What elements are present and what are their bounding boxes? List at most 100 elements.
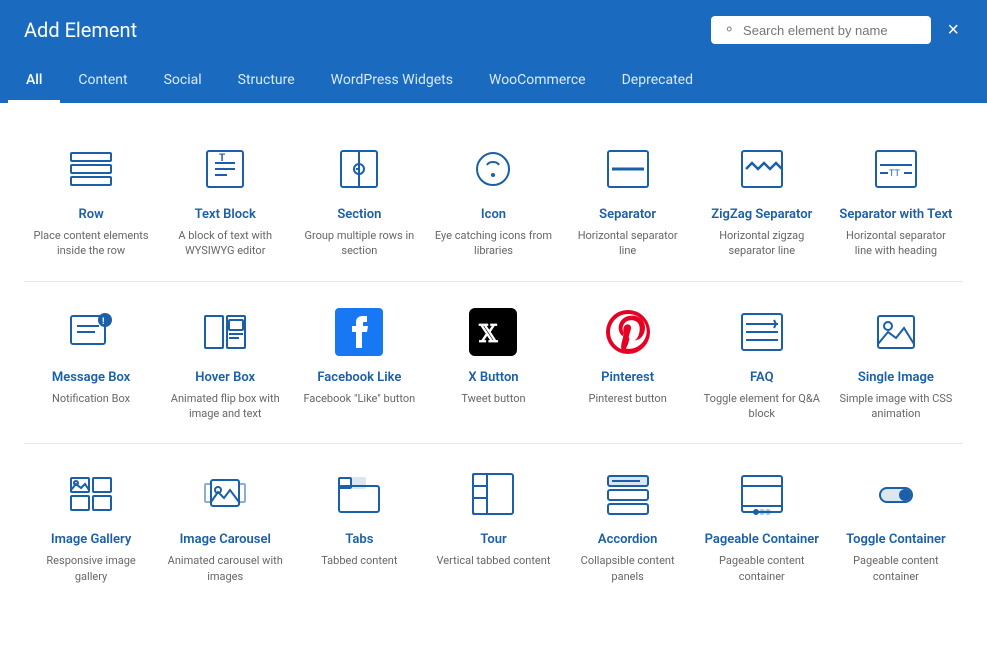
element-accordion[interactable]: Accordion Collapsible content panels [561,448,695,602]
elements-grid: Row Place content elements inside the ro… [24,123,963,602]
image-gallery-desc: Responsive image gallery [32,553,150,584]
separator-name: Separator [599,207,656,224]
element-pinterest[interactable]: Pinterest Pinterest button [561,286,695,440]
pageable-desc: Pageable content container [703,553,821,584]
text-block-name: Text Block [195,207,256,224]
element-separator[interactable]: Separator Horizontal separator line [561,123,695,277]
row-name: Row [78,207,103,224]
row-desc: Place content elements inside the row [32,228,150,259]
separator-desc: Horizontal separator line [569,228,687,259]
toggle-desc: Pageable content container [837,553,955,584]
pinterest-icon [600,304,656,360]
element-zigzag[interactable]: ZigZag Separator Horizontal zigzag separ… [695,123,829,277]
icon-icon [465,141,521,197]
svg-text:T: T [219,153,225,164]
tab-content[interactable]: Content [60,60,145,103]
zigzag-icon [734,141,790,197]
element-toggle[interactable]: Toggle Container Pageable content contai… [829,448,963,602]
element-image-carousel[interactable]: Image Carousel Animated carousel with im… [158,448,292,602]
svg-text:!: ! [102,317,104,327]
tabs-bar: All Content Social Structure WordPress W… [0,60,987,103]
element-tabs[interactable]: Tabs Tabbed content [292,448,426,602]
separator-icon [600,141,656,197]
accordion-icon [600,466,656,522]
pinterest-name: Pinterest [601,370,654,387]
element-pageable[interactable]: Pageable Container Pageable content cont… [695,448,829,602]
modal-header: Add Element ⚬ × [0,0,987,60]
tabs-icon [331,466,387,522]
x-button-desc: Tweet button [461,391,525,406]
row-divider-2 [24,443,963,444]
message-box-desc: Notification Box [52,391,130,406]
tab-wordpress[interactable]: WordPress Widgets [313,60,471,103]
separator-text-icon: TT [868,141,924,197]
facebook-icon [331,304,387,360]
section-name: Section [337,207,381,224]
svg-text:𝕏: 𝕏 [478,322,499,348]
icon-name: Icon [481,207,506,224]
tab-social[interactable]: Social [146,60,220,103]
element-section[interactable]: Section Group multiple rows in section [292,123,426,277]
tour-desc: Vertical tabbed content [437,553,551,568]
x-button-name: X Button [468,370,518,387]
section-desc: Group multiple rows in section [300,228,418,259]
separator-text-name: Separator with Text [839,207,952,224]
pageable-name: Pageable Container [705,532,819,549]
message-box-name: Message Box [52,370,130,387]
accordion-name: Accordion [598,532,657,549]
element-message-box[interactable]: ! Message Box Notification Box [24,286,158,440]
header-right: ⚬ × [711,16,963,44]
element-facebook[interactable]: Facebook Like Facebook "Like" button [292,286,426,440]
image-carousel-name: Image Carousel [180,532,271,549]
element-hover-box[interactable]: Hover Box Animated flip box with image a… [158,286,292,440]
accordion-desc: Collapsible content panels [569,553,687,584]
hover-box-name: Hover Box [195,370,255,387]
message-box-icon: ! [63,304,119,360]
add-element-modal: Add Element ⚬ × All Content Social Struc… [0,0,987,667]
search-box[interactable]: ⚬ [711,16,931,44]
image-carousel-icon [197,466,253,522]
tab-deprecated[interactable]: Deprecated [604,60,711,103]
hover-box-desc: Animated flip box with image and text [166,391,284,422]
element-icon[interactable]: Icon Eye catching icons from libraries [426,123,560,277]
x-button-icon: 𝕏 [465,304,521,360]
element-x-button[interactable]: 𝕏 X Button Tweet button [426,286,560,440]
tabs-desc: Tabbed content [321,553,397,568]
faq-name: FAQ [750,370,774,387]
pageable-icon [734,466,790,522]
faq-icon [734,304,790,360]
search-input[interactable] [743,23,919,38]
content-area: Row Place content elements inside the ro… [0,103,987,667]
element-separator-text[interactable]: TT Separator with Text Horizontal separa… [829,123,963,277]
pinterest-desc: Pinterest button [589,391,667,406]
element-row[interactable]: Row Place content elements inside the ro… [24,123,158,277]
element-single-image[interactable]: Single Image Simple image with CSS anima… [829,286,963,440]
facebook-name: Facebook Like [317,370,401,387]
tour-name: Tour [480,532,506,549]
element-text-block[interactable]: T Text Block A block of text with WYSIWY… [158,123,292,277]
text-block-icon: T [197,141,253,197]
text-block-desc: A block of text with WYSIWYG editor [166,228,284,259]
tab-woocommerce[interactable]: WooCommerce [471,60,604,103]
row-icon [63,141,119,197]
search-icon: ⚬ [723,22,735,38]
tab-structure[interactable]: Structure [220,60,313,103]
tab-all[interactable]: All [8,60,60,103]
zigzag-desc: Horizontal zigzag separator line [703,228,821,259]
element-faq[interactable]: FAQ Toggle element for Q&A block [695,286,829,440]
icon-desc: Eye catching icons from libraries [434,228,552,259]
element-tour[interactable]: Tour Vertical tabbed content [426,448,560,602]
single-image-icon [868,304,924,360]
image-gallery-name: Image Gallery [51,532,131,549]
hover-box-icon [197,304,253,360]
close-button[interactable]: × [943,16,963,44]
faq-desc: Toggle element for Q&A block [703,391,821,422]
single-image-desc: Simple image with CSS animation [837,391,955,422]
separator-text-desc: Horizontal separator line with heading [837,228,955,259]
toggle-icon [868,466,924,522]
tabs-name: Tabs [345,532,373,549]
tour-icon [465,466,521,522]
svg-text:TT: TT [889,169,900,179]
element-image-gallery[interactable]: Image Gallery Responsive image gallery [24,448,158,602]
single-image-name: Single Image [858,370,934,387]
